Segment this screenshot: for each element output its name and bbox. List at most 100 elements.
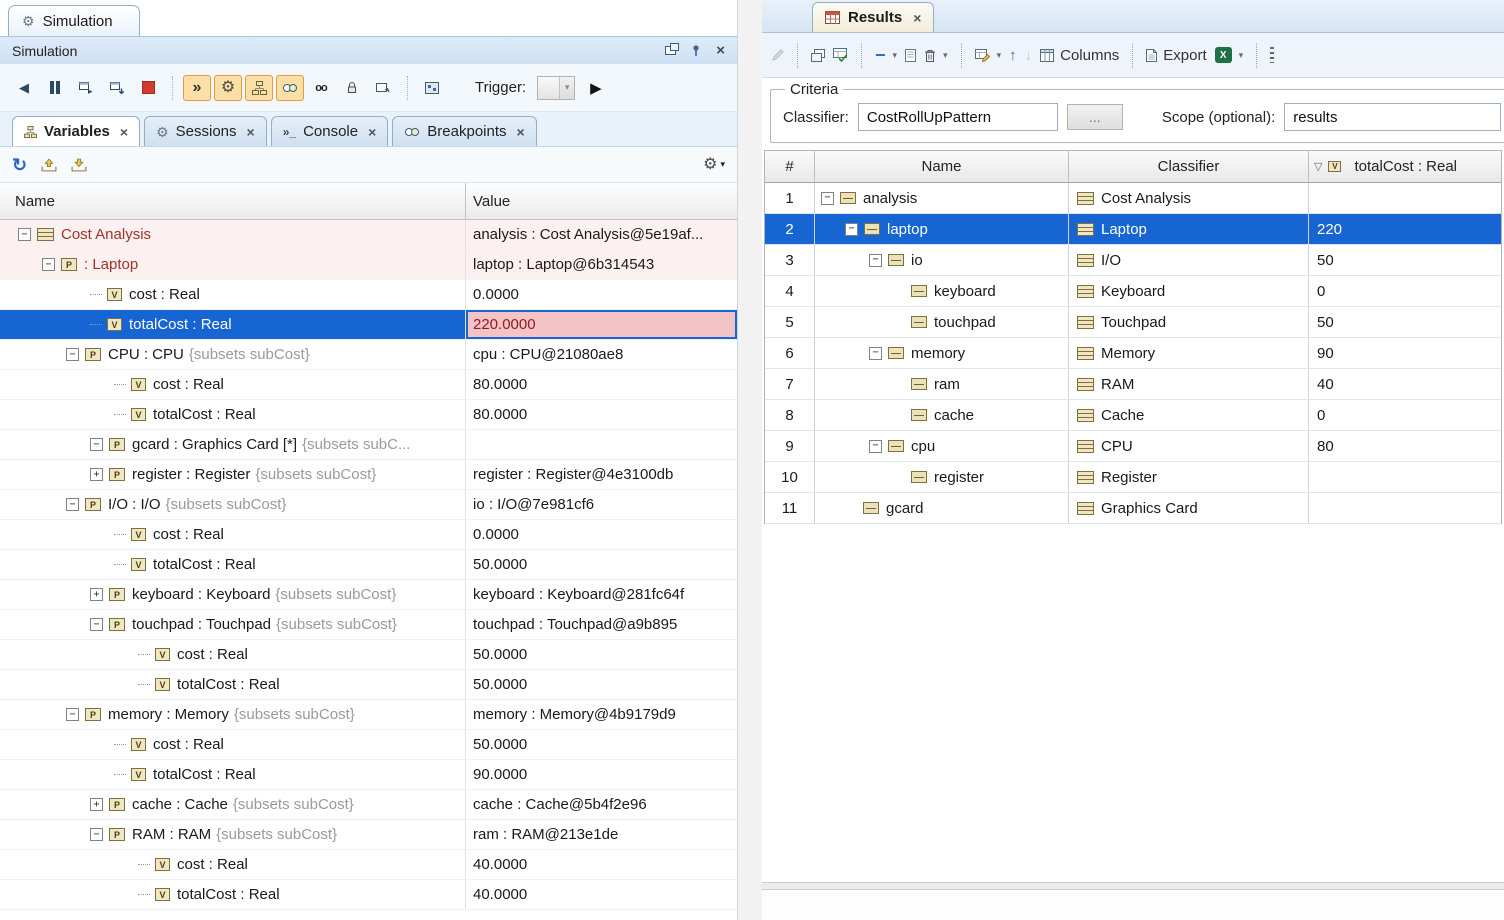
- row-classifier-cell[interactable]: Keyboard: [1069, 276, 1309, 307]
- row-value-cell[interactable]: cpu : CPU@21080ae8: [466, 340, 737, 369]
- row-value-cell[interactable]: 50.0000: [466, 670, 737, 699]
- row-name-cell[interactable]: −CPU : CPU{subsets subCost}: [0, 340, 466, 369]
- close-icon[interactable]: ×: [120, 125, 128, 139]
- row-name-cell[interactable]: gcard: [815, 493, 1069, 524]
- browse-button[interactable]: ...: [1067, 104, 1123, 130]
- pause-button[interactable]: [41, 75, 69, 101]
- row-value-cell[interactable]: 80.0000: [466, 400, 737, 429]
- table-options-button[interactable]: ⚙ ▾: [703, 157, 725, 173]
- row-value-cell[interactable]: 0.0000: [466, 520, 737, 549]
- row-totalcost-cell[interactable]: 220: [1309, 214, 1501, 245]
- row-classifier-cell[interactable]: RAM: [1069, 369, 1309, 400]
- row-name-cell[interactable]: −Cost Analysis: [0, 220, 466, 249]
- variables-tree-row[interactable]: cost : Real0.0000: [0, 520, 737, 550]
- row-name-cell[interactable]: −touchpad : Touchpad{subsets subCost}: [0, 610, 466, 639]
- variables-tree-row[interactable]: cost : Real0.0000: [0, 280, 737, 310]
- variables-tree-row[interactable]: −touchpad : Touchpad{subsets subCost}tou…: [0, 610, 737, 640]
- row-value-cell[interactable]: 40.0000: [466, 850, 737, 879]
- collapse-toggle-icon[interactable]: −: [66, 498, 79, 511]
- row-totalcost-cell[interactable]: 40: [1309, 369, 1501, 400]
- column-header-name[interactable]: Name: [0, 183, 466, 219]
- panel-splitter[interactable]: [739, 0, 762, 920]
- row-classifier-cell[interactable]: Cache: [1069, 400, 1309, 431]
- row-value-cell[interactable]: [466, 430, 737, 459]
- collapse-toggle-icon[interactable]: −: [869, 254, 882, 267]
- edit-instance-button[interactable]: ▾: [975, 49, 1002, 62]
- row-classifier-cell[interactable]: Graphics Card: [1069, 493, 1309, 524]
- row-name-cell[interactable]: cost : Real: [0, 370, 466, 399]
- row-value-cell[interactable]: 0.0000: [466, 280, 737, 309]
- variables-tree-row[interactable]: cost : Real50.0000: [0, 730, 737, 760]
- row-name-cell[interactable]: cache: [815, 400, 1069, 431]
- results-table-row[interactable]: 10registerRegister: [765, 462, 1501, 493]
- row-name-cell[interactable]: +cache : Cache{subsets subCost}: [0, 790, 466, 819]
- auto-step-toggle[interactable]: »: [183, 75, 211, 101]
- collapse-toggle-icon[interactable]: −: [42, 258, 55, 271]
- row-name-cell[interactable]: keyboard: [815, 276, 1069, 307]
- row-classifier-cell[interactable]: Cost Analysis: [1069, 183, 1309, 214]
- collapse-toggle-icon[interactable]: −: [869, 347, 882, 360]
- row-name-cell[interactable]: +register : Register{subsets subCost}: [0, 460, 466, 489]
- row-totalcost-cell[interactable]: [1309, 462, 1501, 493]
- row-name-cell[interactable]: −memory: [815, 338, 1069, 369]
- row-name-cell[interactable]: +keyboard : Keyboard{subsets subCost}: [0, 580, 466, 609]
- row-name-cell[interactable]: totalCost : Real: [0, 400, 466, 429]
- variables-tree-row[interactable]: totalCost : Real220.0000: [0, 310, 737, 340]
- column-header-number[interactable]: #: [765, 151, 815, 183]
- variables-tree-row[interactable]: −Cost Analysisanalysis : Cost Analysis@5…: [0, 220, 737, 250]
- link-instances-toggle[interactable]: [276, 75, 304, 101]
- row-value-cell[interactable]: io : I/O@7e981cf6: [466, 490, 737, 519]
- edit-wand-icon[interactable]: [771, 49, 784, 62]
- row-totalcost-cell[interactable]: [1309, 493, 1501, 524]
- results-table-row[interactable]: 9−cpuCPU80: [765, 431, 1501, 462]
- move-up-button[interactable]: ↑: [1009, 47, 1017, 64]
- results-table-row[interactable]: 7ramRAM40: [765, 369, 1501, 400]
- row-totalcost-cell[interactable]: 50: [1309, 307, 1501, 338]
- row-totalcost-cell[interactable]: 90: [1309, 338, 1501, 369]
- row-name-cell[interactable]: totalCost : Real: [0, 550, 466, 579]
- watch-button[interactable]: oo: [307, 75, 335, 101]
- row-value-cell[interactable]: 50.0000: [466, 730, 737, 759]
- row-totalcost-cell[interactable]: [1309, 183, 1501, 214]
- row-classifier-cell[interactable]: Memory: [1069, 338, 1309, 369]
- row-value-cell[interactable]: analysis : Cost Analysis@5e19af...: [466, 220, 737, 249]
- row-name-cell[interactable]: cost : Real: [0, 730, 466, 759]
- row-totalcost-cell[interactable]: 0: [1309, 276, 1501, 307]
- step-into-button[interactable]: [103, 75, 131, 101]
- row-name-cell[interactable]: −gcard : Graphics Card [*]{subsets subC.…: [0, 430, 466, 459]
- trigger-dropdown[interactable]: ▾: [537, 76, 575, 100]
- variables-tree-row[interactable]: −memory : Memory{subsets subCost}memory …: [0, 700, 737, 730]
- row-classifier-cell[interactable]: Touchpad: [1069, 307, 1309, 338]
- collapse-toggle-icon[interactable]: −: [18, 228, 31, 241]
- row-classifier-cell[interactable]: Laptop: [1069, 214, 1309, 245]
- row-name-cell[interactable]: ram: [815, 369, 1069, 400]
- variables-tree-row[interactable]: −I/O : I/O{subsets subCost}io : I/O@7e98…: [0, 490, 737, 520]
- columns-button[interactable]: Columns: [1040, 47, 1119, 64]
- row-value-cell[interactable]: keyboard : Keyboard@281fc64f: [466, 580, 737, 609]
- row-name-cell[interactable]: cost : Real: [0, 640, 466, 669]
- collapse-toggle-icon[interactable]: −: [66, 348, 79, 361]
- results-table-row[interactable]: 2−laptopLaptop220: [765, 214, 1501, 245]
- row-name-cell[interactable]: −I/O : I/O{subsets subCost}: [0, 490, 466, 519]
- variables-tree-row[interactable]: −CPU : CPU{subsets subCost}cpu : CPU@210…: [0, 340, 737, 370]
- variables-tree-row[interactable]: −: Laptoplaptop : Laptop@6b314543: [0, 250, 737, 280]
- row-totalcost-cell[interactable]: 80: [1309, 431, 1501, 462]
- column-header-name[interactable]: Name: [815, 151, 1069, 183]
- row-value-cell[interactable]: 50.0000: [466, 640, 737, 669]
- pin-icon[interactable]: [690, 44, 702, 57]
- row-name-cell[interactable]: −io: [815, 245, 1069, 276]
- row-value-cell[interactable]: cache : Cache@5b4f2e96: [466, 790, 737, 819]
- run-button[interactable]: ▶: [590, 79, 602, 97]
- variables-tree-row[interactable]: −gcard : Graphics Card [*]{subsets subC.…: [0, 430, 737, 460]
- close-icon[interactable]: ×: [247, 125, 255, 139]
- collapse-toggle-icon[interactable]: −: [821, 192, 834, 205]
- simulation-options-toggle[interactable]: ⚙: [214, 75, 242, 101]
- sort-descending-icon[interactable]: ▽: [1314, 160, 1322, 173]
- dashboard-button[interactable]: [418, 75, 446, 101]
- variables-tree-row[interactable]: +cache : Cache{subsets subCost}cache : C…: [0, 790, 737, 820]
- collapse-toggle-icon[interactable]: −: [66, 708, 79, 721]
- row-value-cell[interactable]: 220.0000: [466, 310, 737, 339]
- row-name-cell[interactable]: −laptop: [815, 214, 1069, 245]
- refresh-icon[interactable]: ↻: [12, 156, 27, 174]
- variables-tree-row[interactable]: totalCost : Real50.0000: [0, 670, 737, 700]
